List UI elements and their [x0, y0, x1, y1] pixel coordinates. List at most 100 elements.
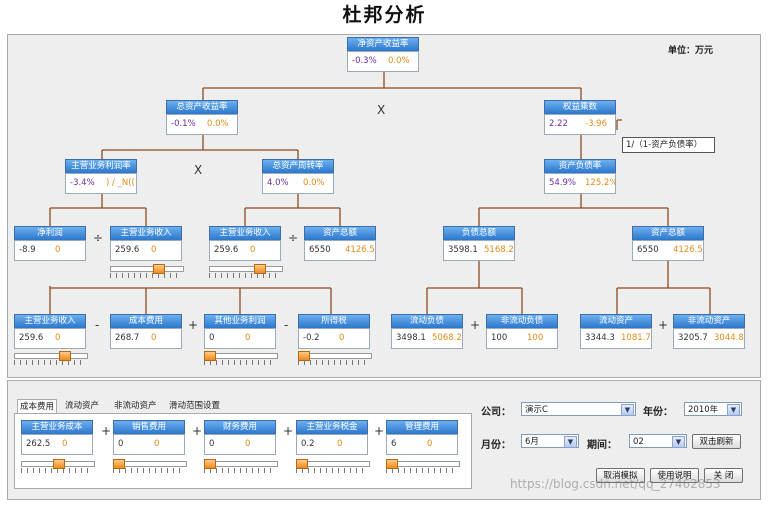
node-nca-value: 3205.7 — [678, 333, 708, 343]
node-net-profit-margin: 主营业务利润率 -3.4%) / _N(( — [65, 159, 137, 194]
node-current-assets: 流动资产 3344.3 1081.7 — [580, 314, 652, 349]
refresh-button[interactable]: 双击刷新 — [692, 434, 741, 449]
node-revenue-1: 主营业务收入 259.6 0 — [110, 226, 182, 261]
node-total-assets-2: 资产总额 6550 4126.5 — [632, 226, 704, 261]
chevron-down-icon[interactable]: ▼ — [564, 436, 577, 448]
business-tax-slider[interactable] — [296, 459, 370, 473]
node-roa-label: 总资产收益率 — [166, 100, 238, 114]
node-finance-expense: 财务费用 0 0 — [204, 420, 276, 455]
node-total-liabilities: 负债总额 3598.1 5168.2 — [443, 226, 515, 261]
node-ncl-sim-value: 100 — [527, 333, 544, 343]
plus-operator: + — [470, 318, 481, 332]
node-tat-sim-value: 0.0% — [303, 178, 325, 188]
node-current-liabilities: 流动负债 3498.1 5068.2 — [391, 314, 463, 349]
equity-multiplier-formula: 1/（1-资产负债率） — [622, 137, 715, 153]
revenue-1-slider[interactable] — [110, 264, 184, 278]
company-select[interactable]: 演示C ▼ — [521, 402, 636, 416]
node-np-sim-value: 0 — [55, 245, 61, 255]
node-c2-label: 销售费用 — [113, 420, 185, 434]
chevron-down-icon[interactable]: ▼ — [621, 404, 634, 416]
node-c4-label: 主营业务税金 — [296, 420, 368, 434]
node-roe-value: -0.3% — [352, 56, 377, 66]
node-rev3-sim-value: 0 — [55, 333, 61, 343]
revenue-2-slider[interactable] — [209, 264, 283, 278]
node-c1-value: 262.5 — [26, 439, 51, 449]
divide-operator: ÷ — [93, 231, 104, 245]
watermark: https://blog.csdn.net/qq_27462853 — [510, 477, 721, 491]
node-cost-value: 268.7 — [115, 333, 140, 343]
finance-expense-slider[interactable] — [204, 459, 278, 473]
tab-current-assets[interactable]: 流动资产 — [65, 399, 99, 413]
minus-operator: - — [284, 318, 289, 332]
node-np-value: -8.9 — [19, 245, 36, 255]
node-rev3-label: 主营业务收入 — [14, 314, 86, 328]
node-c3-value: 0 — [209, 439, 215, 449]
node-roe: 净资产收益率 -0.3% 0.0% — [347, 37, 419, 72]
node-revenue-3: 主营业务收入 259.6 0 — [14, 314, 86, 349]
node-roa-value: -0.1% — [171, 119, 196, 129]
node-tl-sim-value: 5168.2 — [484, 245, 514, 255]
node-rev3-value: 259.6 — [19, 333, 44, 343]
node-c1-sim-value: 0 — [62, 439, 68, 449]
node-debt-ratio: 资产负债率 54.9% 125.2% — [544, 159, 616, 194]
chevron-down-icon[interactable]: ▼ — [672, 436, 685, 448]
month-select[interactable]: 6月 ▼ — [521, 434, 579, 448]
year-select[interactable]: 2010年 ▼ — [684, 402, 742, 416]
node-net-profit: 净利润 -8.9 0 — [14, 226, 86, 261]
node-dar-value: 54.9% — [549, 178, 577, 188]
node-np-label: 净利润 — [14, 226, 86, 240]
divide-operator: ÷ — [288, 231, 299, 245]
node-other-profit: 其他业务利润 0 0 — [204, 314, 276, 349]
node-npm-label: 主营业务利润率 — [65, 159, 137, 173]
node-cl-value: 3498.1 — [396, 333, 426, 343]
node-asset-turnover: 总资产周转率 4.0% 0.0% — [262, 159, 334, 194]
node-noncurrent-liabilities: 非流动负债 100 100 — [486, 314, 558, 349]
node-ta2-value: 6550 — [637, 245, 659, 255]
plus-operator: + — [374, 424, 385, 438]
node-ta2-label: 资产总额 — [632, 226, 704, 240]
node-cl-sim-value: 5068.2 — [432, 333, 462, 343]
other-profit-slider[interactable] — [204, 351, 278, 365]
tab-slider-range[interactable]: 滑动范围设置 — [169, 399, 220, 413]
node-other-label: 其他业务利润 — [204, 314, 276, 328]
node-tax-label: 所得税 — [298, 314, 370, 328]
node-ta1-value: 6550 — [309, 245, 331, 255]
node-dar-label: 资产负债率 — [544, 159, 616, 173]
node-rev1-label: 主营业务收入 — [110, 226, 182, 240]
node-rev2-value: 259.6 — [214, 245, 239, 255]
revenue-3-slider[interactable] — [14, 351, 88, 365]
node-nca-label: 非流动资产 — [673, 314, 745, 328]
plus-operator: + — [188, 318, 199, 332]
node-c2-value: 0 — [118, 439, 124, 449]
node-ca-value: 3344.3 — [585, 333, 615, 343]
plus-operator: + — [283, 424, 294, 438]
node-c2-sim-value: 0 — [154, 439, 160, 449]
main-cost-slider[interactable] — [21, 459, 95, 473]
tab-noncurrent-assets[interactable]: 非流动资产 — [114, 399, 157, 413]
month-select-value: 6月 — [525, 437, 539, 447]
multiply-operator: X — [377, 103, 386, 117]
node-rev2-sim-value: 0 — [250, 245, 256, 255]
node-equity-multiplier: 权益乘数 2.22 -3.96 — [544, 100, 616, 135]
admin-expense-slider[interactable] — [386, 459, 460, 473]
node-ncl-value: 100 — [491, 333, 508, 343]
node-other-sim-value: 0 — [245, 333, 251, 343]
period-select[interactable]: 02 ▼ — [629, 434, 687, 448]
node-dar-sim-value: 125.2% — [585, 178, 616, 188]
plus-operator: + — [658, 318, 669, 332]
income-tax-slider[interactable] — [298, 351, 372, 365]
node-total-assets-1: 资产总额 6550 4126.5 — [304, 226, 376, 261]
node-ta2-sim-value: 4126.5 — [673, 245, 703, 255]
plus-operator: + — [101, 424, 112, 438]
node-tax-value: -0.2 — [303, 333, 320, 343]
chevron-down-icon[interactable]: ▼ — [727, 404, 740, 416]
node-rev1-sim-value: 0 — [151, 245, 157, 255]
node-ncl-label: 非流动负债 — [486, 314, 558, 328]
node-rev1-value: 259.6 — [115, 245, 140, 255]
sales-expense-slider[interactable] — [113, 459, 187, 473]
node-revenue-2: 主营业务收入 259.6 0 — [209, 226, 281, 261]
tab-cost-expense[interactable]: 成本费用 — [17, 399, 58, 414]
node-c3-label: 财务费用 — [204, 420, 276, 434]
node-c5-sim-value: 0 — [427, 439, 433, 449]
node-income-tax: 所得税 -0.2 0 — [298, 314, 370, 349]
